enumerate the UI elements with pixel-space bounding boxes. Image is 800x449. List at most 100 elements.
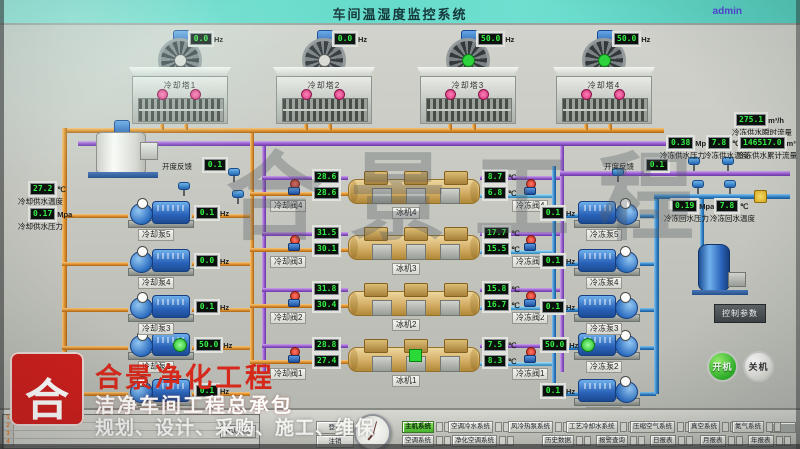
cooling-pump[interactable]	[128, 196, 192, 228]
chiller-compressor-icon	[404, 171, 428, 185]
led-value: 0.1	[542, 385, 564, 397]
chiller-label: 冰机4	[392, 207, 420, 219]
tower-louvers	[282, 98, 368, 122]
chiller[interactable]	[348, 226, 480, 266]
chilled-pump[interactable]	[576, 244, 640, 276]
pipe	[560, 171, 790, 176]
nav-button[interactable]: 压缩空气系统	[630, 421, 675, 433]
metric-label: 开度反馈	[162, 161, 192, 172]
led-unit: ℃	[508, 189, 516, 198]
chilled-valve-icon[interactable]	[524, 291, 536, 308]
cooling-tower[interactable]: 冷却塔1	[132, 38, 228, 124]
page-title: 车间温湿度监控系统	[0, 4, 800, 23]
chiller-cw-in-display: 31.5	[314, 227, 339, 239]
led-value: 0.38	[668, 137, 693, 149]
chilled-valve-icon[interactable]	[524, 179, 536, 196]
cooling-valve-icon[interactable]	[288, 291, 300, 308]
cooling-valve-icon[interactable]	[288, 179, 300, 196]
led-value: 50.0	[542, 339, 567, 351]
nav-item: 年报表	[748, 435, 791, 447]
cooling-valve-label: 冷却阀2	[270, 312, 306, 324]
pump-gauge-icon	[620, 292, 631, 303]
tower-valve-icon	[301, 89, 312, 100]
sensor-icon	[724, 180, 736, 194]
led-value: 30.4	[314, 299, 339, 311]
chilled-pump[interactable]	[576, 374, 640, 406]
pump-speed-display: 0.1Hz	[542, 255, 575, 267]
led-unit: ℃	[511, 285, 519, 294]
nav-indicator-pair	[766, 422, 781, 432]
tower-valve-icon	[190, 89, 201, 100]
sensor-icon	[692, 180, 704, 194]
stop-button[interactable]: 关机	[743, 351, 774, 382]
nav-item: 月报表	[700, 435, 743, 447]
led-value: 0.1	[542, 255, 564, 267]
led-value: 0.0	[190, 33, 212, 45]
pump-label: 冷却泵3	[138, 323, 174, 335]
pump-speed-display: 0.1Hz	[542, 385, 575, 397]
cooling-pump[interactable]	[128, 290, 192, 322]
nav-button[interactable]: 月报表	[700, 435, 726, 447]
metric-display: 0.38Mpa	[668, 137, 710, 149]
chiller-label: 冰机3	[392, 263, 420, 275]
tower-fan-hub	[462, 54, 475, 67]
nav-button[interactable]: 工艺冷却水系统	[566, 421, 618, 433]
metric-display: 0.1	[204, 159, 226, 171]
pump-gauge-icon	[137, 292, 148, 303]
nav-button[interactable]: 氮气系统	[732, 421, 764, 433]
cooling-tower[interactable]: 冷却塔4	[556, 38, 652, 124]
nav-button[interactable]: 风冷热泵系统	[508, 421, 553, 433]
chilled-pump[interactable]	[576, 290, 640, 322]
nav-button[interactable]: 空调冷水系统	[448, 421, 493, 433]
tower-valve-icon	[478, 89, 489, 100]
led-unit: Mpa	[57, 210, 72, 219]
cooling-tower[interactable]: 冷却塔3	[420, 38, 516, 124]
led-value: 17.7	[484, 227, 509, 239]
nav-button[interactable]: 报警查询	[596, 435, 628, 447]
chilled-valve-icon[interactable]	[524, 347, 536, 364]
cooling-valve-icon[interactable]	[288, 235, 300, 252]
nav-button[interactable]: 净化空调系统	[452, 435, 497, 447]
chiller-compressor-icon	[404, 283, 428, 297]
pipe	[78, 141, 666, 146]
control-params-button[interactable]: 控制参数	[714, 304, 766, 323]
metric-display: 146517.0m³	[740, 137, 796, 149]
monitor-bezel-left	[0, 0, 4, 449]
chiller-compressor-icon	[364, 171, 388, 185]
nav-button[interactable]: 年报表	[748, 435, 774, 447]
chiller[interactable]	[348, 282, 480, 322]
led-value: 50.0	[614, 33, 639, 45]
pump-speed-display: 0.1Hz	[196, 301, 229, 313]
nav-button[interactable]: 日报表	[650, 435, 676, 447]
tank-panel-icon	[140, 142, 158, 160]
chiller[interactable]	[348, 170, 480, 210]
nav-item: 工艺冷却水系统	[566, 421, 635, 433]
manual-valve-icon[interactable]	[754, 190, 767, 203]
company-logo-icon: 合	[10, 352, 84, 426]
led-value: 0.1	[204, 159, 226, 171]
pump-motor-icon	[578, 295, 616, 318]
start-button[interactable]: 开机	[707, 351, 738, 382]
chiller-panel-icon	[440, 188, 460, 204]
cooling-pump[interactable]	[128, 244, 192, 276]
tower-label: 冷却塔4	[556, 80, 652, 91]
nav-item: 日报表	[650, 435, 693, 447]
nav-button[interactable]: 真空系统	[688, 421, 720, 433]
chiller-compressor-icon	[364, 283, 388, 297]
nav-button[interactable]: 历史数据	[542, 435, 574, 447]
chilled-pump[interactable]	[576, 196, 640, 228]
led-value: 30.1	[314, 243, 339, 255]
cooling-tower[interactable]: 冷却塔2	[276, 38, 372, 124]
chilled-valve-icon[interactable]	[524, 235, 536, 252]
metric-label: 冷冻供水累计流量	[737, 150, 797, 161]
chiller-compressor-icon	[444, 339, 468, 353]
chiller-panel-icon	[440, 244, 460, 260]
chiller-chw-in-display: 8.3℃	[484, 355, 516, 367]
chiller-compressor-icon	[364, 227, 388, 241]
expansion-tank-base	[692, 290, 748, 295]
led-unit: m³	[787, 139, 796, 148]
chiller-chw-out-display: 8.7℃	[484, 171, 516, 183]
tower-label: 冷却塔3	[420, 80, 516, 91]
pump-gauge-icon	[137, 246, 148, 257]
scada-screen: 车间温湿度监控系统 admin 冷却塔10.0Hz冷却塔20.0Hz冷却塔350…	[0, 0, 800, 449]
